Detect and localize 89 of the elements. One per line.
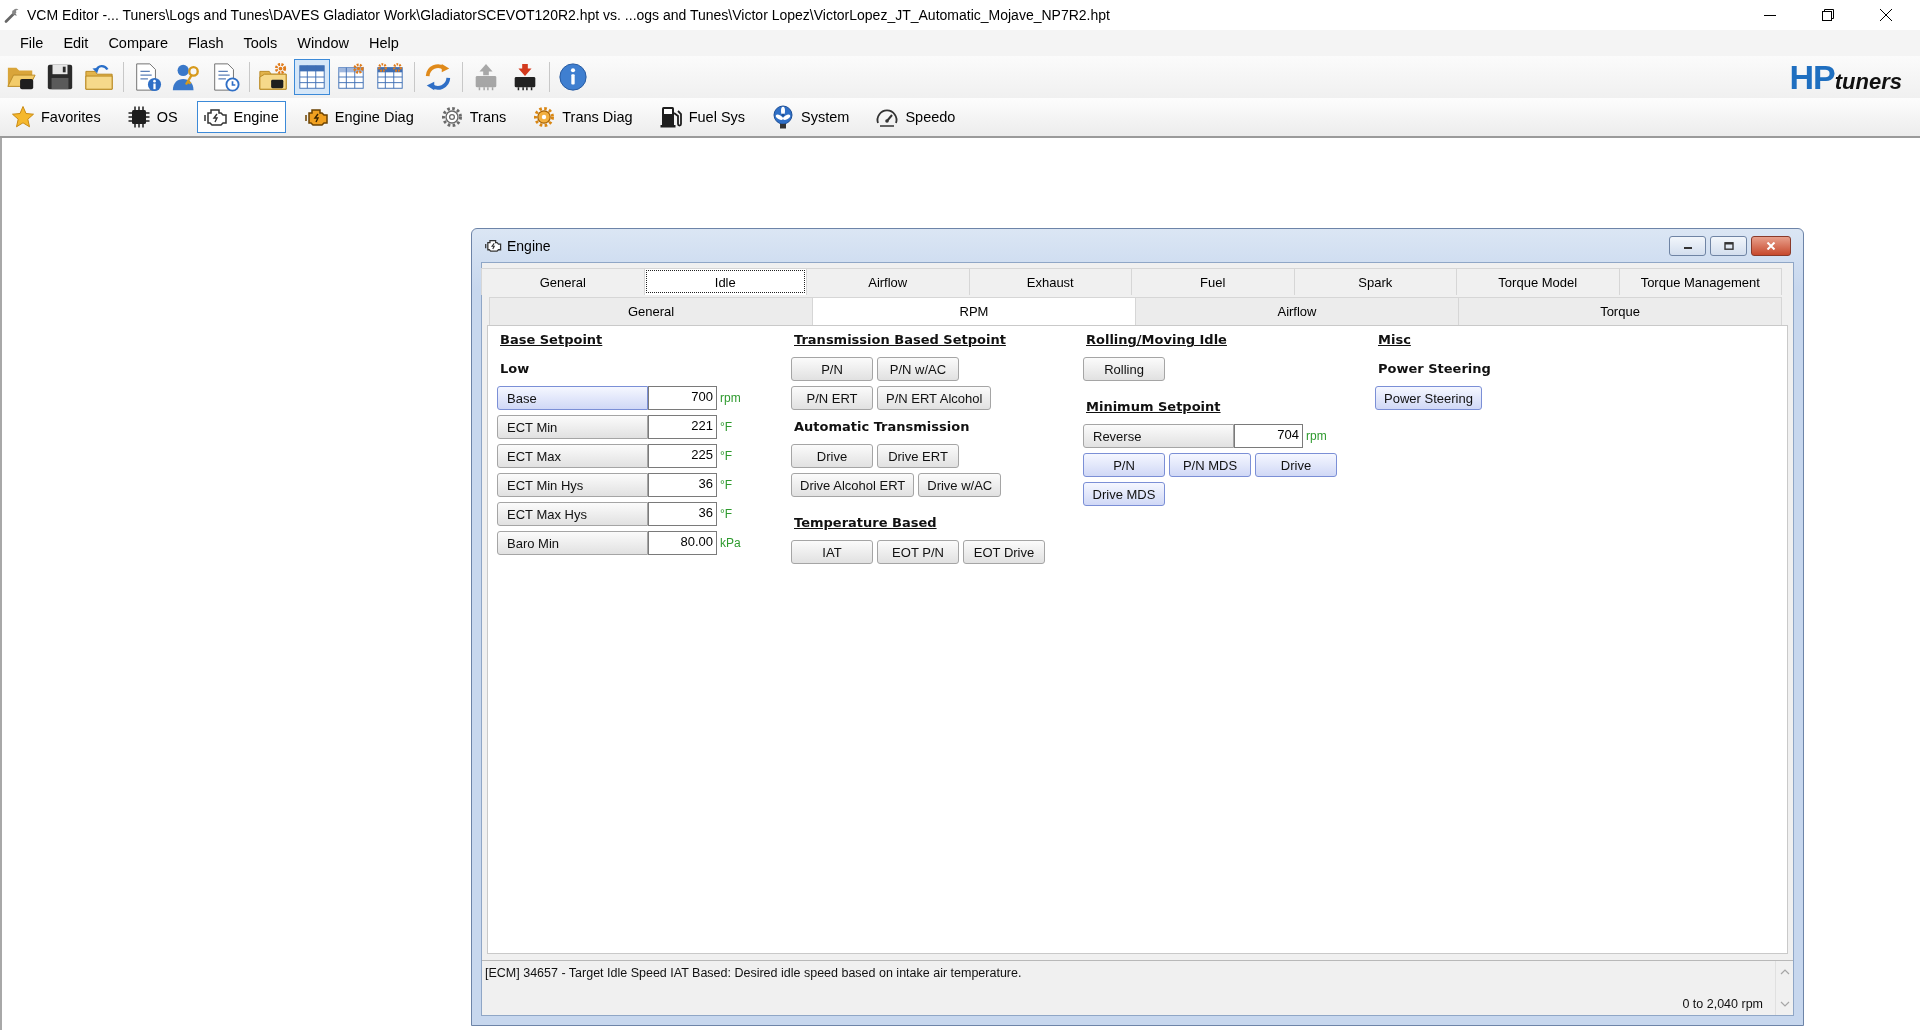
- star-icon[interactable]: [11, 105, 35, 129]
- tab[interactable]: Airflow: [1135, 297, 1459, 325]
- parameter-button[interactable]: P/N: [1083, 453, 1165, 477]
- nav-tab[interactable]: Favorites: [4, 101, 108, 133]
- fan-icon[interactable]: [771, 105, 796, 129]
- nav-tab[interactable]: Fuel Sys: [651, 101, 753, 133]
- section-heading: Base Setpoint: [499, 331, 603, 349]
- tab[interactable]: Torque: [1458, 297, 1782, 325]
- nav-tab[interactable]: Trans Diag: [525, 101, 640, 133]
- parameter-button[interactable]: Drive MDS: [1083, 482, 1165, 506]
- menu-item[interactable]: File: [10, 32, 54, 54]
- parameter-button[interactable]: Drive: [791, 444, 873, 468]
- parameter-button[interactable]: ECT Min: [497, 415, 648, 439]
- parameter-button[interactable]: P/N w/AC: [877, 357, 959, 381]
- gear-icon[interactable]: [532, 105, 557, 129]
- unit-label: rpm: [1306, 429, 1327, 443]
- fuel-pump-icon[interactable]: [658, 105, 683, 129]
- parameter-button[interactable]: Rolling: [1083, 357, 1165, 381]
- menu-item[interactable]: Edit: [53, 32, 99, 54]
- parameter-button[interactable]: IAT: [791, 540, 873, 564]
- parameter-button[interactable]: P/N MDS: [1169, 453, 1251, 477]
- nav-tab[interactable]: System: [764, 101, 857, 133]
- menu-item[interactable]: Compare: [98, 32, 178, 54]
- gear-icon[interactable]: [439, 105, 464, 129]
- tab[interactable]: RPM: [812, 297, 1136, 325]
- engine-icon: [485, 237, 502, 254]
- parameter-button[interactable]: Drive: [1255, 453, 1337, 477]
- value-field[interactable]: 704: [1234, 424, 1303, 448]
- menu-item[interactable]: Flash: [178, 32, 234, 54]
- close-icon[interactable]: [1880, 9, 1892, 21]
- parameter-button[interactable]: EOT P/N: [877, 540, 959, 564]
- unit-label: °F: [720, 420, 733, 434]
- section-heading: Temperature Based: [793, 514, 937, 532]
- value-field[interactable]: 225: [648, 444, 717, 468]
- wrench-icon: [4, 7, 20, 23]
- range-label: 0 to 2,040 rpm: [1682, 997, 1764, 1013]
- tab[interactable]: Torque Management: [1618, 268, 1782, 295]
- parameter-button[interactable]: Baro Min: [497, 531, 648, 555]
- section-heading: Misc: [1377, 331, 1411, 349]
- parameter-button[interactable]: Drive Alcohol ERT: [791, 473, 915, 497]
- value-field[interactable]: 36: [648, 473, 717, 497]
- minimize-button[interactable]: [1669, 235, 1706, 256]
- parameter-button[interactable]: P/N ERT: [791, 386, 873, 410]
- value-field[interactable]: 36: [648, 502, 717, 526]
- parameter-button[interactable]: Drive ERT: [877, 444, 959, 468]
- subsection-heading: Power Steering: [1377, 360, 1491, 378]
- nav-tab[interactable]: Engine Diag: [297, 101, 421, 133]
- tab[interactable]: Idle: [643, 268, 807, 295]
- parameter-button[interactable]: ECT Max: [497, 444, 648, 468]
- parameter-button[interactable]: Reverse: [1083, 424, 1234, 448]
- menu-item[interactable]: Tools: [233, 32, 288, 54]
- section-heading: Rolling/Moving Idle: [1085, 331, 1227, 349]
- nav-tab[interactable]: Engine: [196, 101, 286, 133]
- unit-label: °F: [720, 478, 733, 492]
- nav-tab[interactable]: OS: [119, 101, 185, 133]
- status-description: [ECM] 34657 - Target Idle Speed IAT Based: Desired idle speed based on intake air temperature.: [484, 965, 1023, 982]
- unit-label: °F: [720, 449, 733, 463]
- parameter-button[interactable]: P/N: [791, 357, 873, 381]
- unit-label: °F: [720, 507, 733, 521]
- close-button[interactable]: [1751, 235, 1791, 256]
- section-heading: Transmission Based Setpoint: [793, 331, 1006, 349]
- parameter-button[interactable]: EOT Drive: [963, 540, 1045, 564]
- unit-label: rpm: [720, 391, 741, 405]
- restore-icon[interactable]: [1822, 9, 1834, 21]
- value-field[interactable]: 80.00: [648, 531, 717, 555]
- value-field[interactable]: 700: [648, 386, 717, 410]
- nav-tab[interactable]: Speedo: [868, 101, 963, 133]
- maximize-button[interactable]: [1710, 235, 1747, 256]
- parameter-button[interactable]: Power Steering: [1375, 386, 1482, 410]
- logo: HPtuners: [1789, 60, 1902, 94]
- maximize-icon[interactable]: [1723, 241, 1734, 250]
- parameter-button[interactable]: ECT Min Hys: [497, 473, 648, 497]
- parameter-button[interactable]: Base: [497, 386, 648, 410]
- parameter-button[interactable]: P/N ERT Alcohol: [877, 386, 992, 410]
- subsection-heading: Automatic Transmission: [793, 418, 970, 436]
- tab[interactable]: General: [489, 297, 813, 325]
- value-field[interactable]: 221: [648, 415, 717, 439]
- parameter-button[interactable]: ECT Max Hys: [497, 502, 648, 526]
- section-heading: Minimum Setpoint: [1085, 398, 1221, 416]
- unit-label: kPa: [720, 536, 741, 550]
- nav-tab[interactable]: Trans: [432, 101, 514, 133]
- menu-item[interactable]: Help: [358, 32, 409, 54]
- subsection-heading: Low: [499, 360, 530, 378]
- parameter-button[interactable]: Drive w/AC: [918, 473, 1002, 497]
- chip-icon[interactable]: [126, 105, 151, 129]
- window-title: VCM Editor -... Tuners\Logs and Tunes\DAVES Gladiator Work\GladiatorSCEVOT120R2.hpt vs. ...ogs and Tunes\Victor Lopez\VictorLopez_JT_Automatic_Mojave_NP7R2.hpt: [27, 7, 1110, 23]
- menu-item[interactable]: Window: [287, 32, 359, 54]
- window-title: Engine: [507, 237, 551, 254]
- tab[interactable]: General: [481, 268, 645, 295]
